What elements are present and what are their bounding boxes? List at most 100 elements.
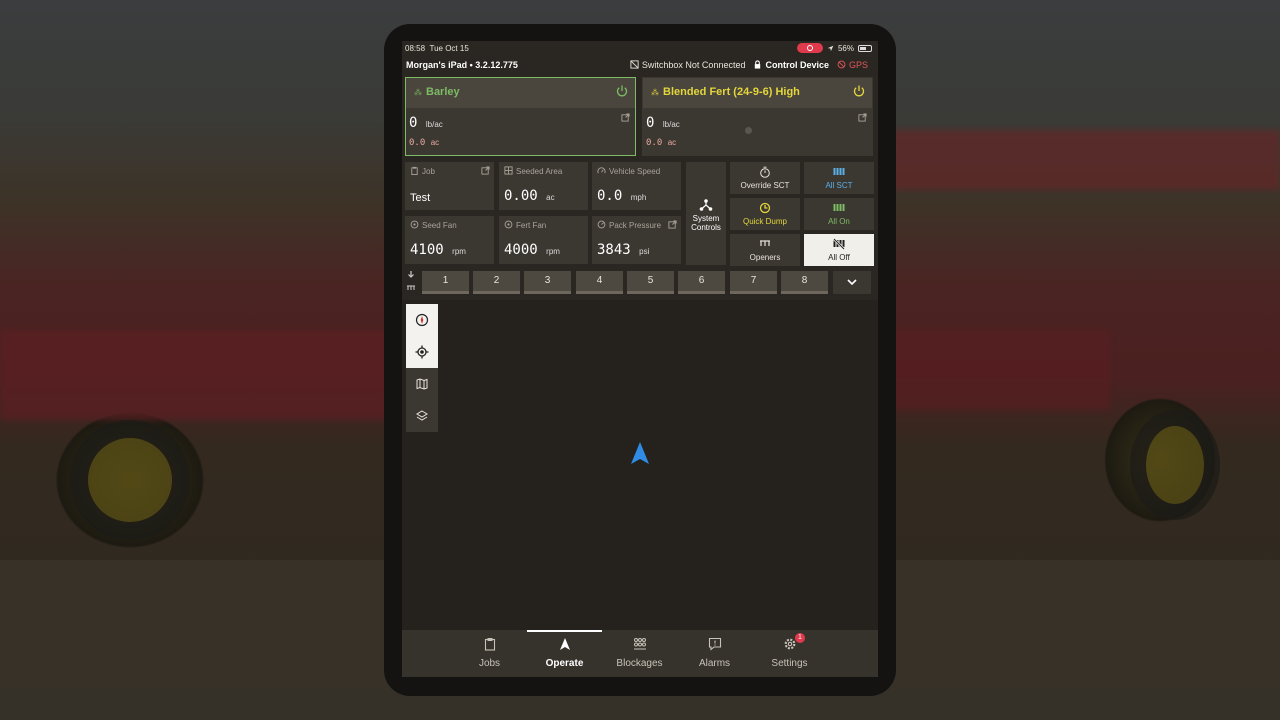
nav-jobs[interactable]: Jobs [452, 630, 527, 677]
tile-seeded-area: Seeded Area 0.00 ac [499, 162, 588, 210]
quick-dump-label: Quick Dump [742, 217, 787, 226]
nav-operate-label: Operate [545, 658, 584, 669]
nav-alarms-label: Alarms [698, 658, 731, 669]
map-toolbar [406, 304, 438, 432]
product-name: Blended Fert (24-9-6) High [663, 86, 800, 98]
nav-jobs-label: Jobs [478, 658, 501, 669]
nav-settings-label: Settings [771, 658, 808, 669]
gps-status[interactable]: GPS [837, 60, 868, 70]
all-off-button[interactable]: All Off [804, 234, 874, 266]
open-external-icon[interactable] [858, 113, 867, 122]
all-on-button[interactable]: All On [804, 198, 874, 230]
section-button-5[interactable]: 5 [627, 271, 674, 294]
location-icon [827, 45, 834, 51]
nav-settings[interactable]: 1 Settings [752, 630, 827, 677]
open-external-icon[interactable] [621, 113, 630, 122]
tile-label: Fert Fan [504, 220, 546, 230]
vehicle-position-arrow-icon [631, 442, 649, 464]
section-button-2[interactable]: 2 [473, 271, 520, 294]
sections-off-icon [833, 238, 845, 250]
fert-fan-value: 4000 rpm [504, 242, 560, 258]
device-bar: Morgan's iPad • 3.2.12.775 Switchbox Not… [402, 57, 878, 73]
section-button-4[interactable]: 4 [576, 271, 623, 294]
sections-icon [833, 168, 845, 175]
layers-button[interactable] [406, 400, 438, 432]
fan-icon [410, 220, 419, 229]
chevron-down-icon [847, 279, 857, 286]
quick-dump-icon [759, 202, 771, 214]
switchbox-status[interactable]: Switchbox Not Connected [630, 60, 745, 70]
tile-fert-fan: Fert Fan 4000 rpm [499, 216, 588, 264]
open-external-icon[interactable] [668, 220, 677, 229]
lock-icon [755, 60, 761, 69]
override-sct-button[interactable]: Override SCT [730, 162, 800, 194]
compass-button[interactable] [406, 304, 438, 336]
tile-seed-fan: Seed Fan 4100 rpm [405, 216, 494, 264]
section-button-7[interactable]: 7 [730, 271, 777, 294]
tile-job[interactable]: Job Test [405, 162, 494, 210]
battery-percent: 56% [837, 43, 854, 53]
open-external-icon[interactable] [481, 166, 490, 175]
nav-alarms[interactable]: Alarms [677, 630, 752, 677]
power-icon[interactable] [615, 84, 629, 98]
navigation-arrow-icon [560, 638, 570, 650]
seed-fan-value: 4100 rpm [410, 242, 466, 258]
all-sct-button[interactable]: All SCT [804, 162, 874, 194]
quick-dump-button[interactable]: Quick Dump [730, 198, 800, 230]
expand-sections-button[interactable] [833, 271, 871, 294]
product-card-barley[interactable]: ⁂ Barley 0 lb/ac 0.0 ac [405, 77, 636, 156]
product-rate: 0 lb/ac [646, 115, 680, 131]
speedometer-icon [597, 167, 606, 174]
nav-blockages[interactable]: Blockages [602, 630, 677, 677]
nav-operate[interactable]: Operate [527, 630, 602, 677]
gps-off-icon [837, 60, 846, 69]
product-area: 0.0 ac [409, 138, 440, 148]
vehicle-speed-value: 0.0 mph [597, 188, 647, 204]
fertilizer-icon: ⁂ [651, 88, 659, 97]
openers-button[interactable]: Openers [730, 234, 800, 266]
tile-label: Vehicle Speed [597, 166, 660, 176]
recenter-button[interactable] [406, 336, 438, 368]
alarm-message-icon [708, 637, 722, 651]
background-wheel-right [1130, 410, 1220, 520]
background-implement-right [890, 130, 1280, 190]
background-implement-right-lower [890, 330, 1110, 410]
section-row: 1 2 3 4 5 6 7 8 [402, 269, 878, 297]
network-icon [699, 199, 713, 211]
map-view[interactable] [402, 300, 878, 630]
section-button-6[interactable]: 6 [678, 271, 725, 294]
nav-blockages-label: Blockages [616, 658, 663, 669]
touch-indicator-dot [745, 127, 752, 134]
tile-label: Pack Pressure [597, 220, 661, 230]
product-card-blended-fert[interactable]: ⁂ Blended Fert (24-9-6) High 0 lb/ac 0.0… [642, 77, 873, 156]
seeded-area-value: 0.00 ac [504, 188, 555, 204]
tile-label: Seed Fan [410, 220, 457, 230]
clipboard-icon [484, 638, 496, 651]
clipboard-icon [411, 166, 418, 175]
product-area: 0.0 ac [646, 138, 677, 148]
background-wheel-left [70, 420, 190, 540]
pressure-gauge-icon [597, 220, 606, 229]
section-button-3[interactable]: 3 [524, 271, 571, 294]
blockages-icon [634, 638, 646, 650]
section-button-8[interactable]: 8 [781, 271, 828, 294]
all-on-label: All On [828, 217, 850, 226]
battery-icon [858, 44, 872, 52]
switchbox-off-icon [630, 60, 639, 69]
tile-vehicle-speed: Vehicle Speed 0.0 mph [592, 162, 681, 210]
product-rate: 0 lb/ac [409, 115, 443, 131]
grid-icon [504, 166, 513, 175]
map-view-button[interactable] [406, 368, 438, 400]
control-device-status[interactable]: Control Device [753, 60, 829, 70]
app-screen: 08:58 Tue Oct 15 56% Morgan's iPad • 3.2… [402, 41, 878, 677]
system-controls-button[interactable]: System Controls [686, 162, 726, 265]
settings-notification-badge: 1 [795, 633, 805, 643]
layers-icon [416, 410, 428, 421]
section-button-1[interactable]: 1 [422, 271, 469, 294]
power-icon[interactable] [852, 84, 866, 98]
all-off-label: All Off [828, 253, 850, 262]
tile-pack-pressure[interactable]: Pack Pressure 3843 psi [592, 216, 681, 264]
device-name: Morgan's iPad • 3.2.12.775 [406, 60, 518, 70]
product-name: Barley [426, 86, 460, 98]
override-sct-label: Override SCT [740, 181, 790, 190]
